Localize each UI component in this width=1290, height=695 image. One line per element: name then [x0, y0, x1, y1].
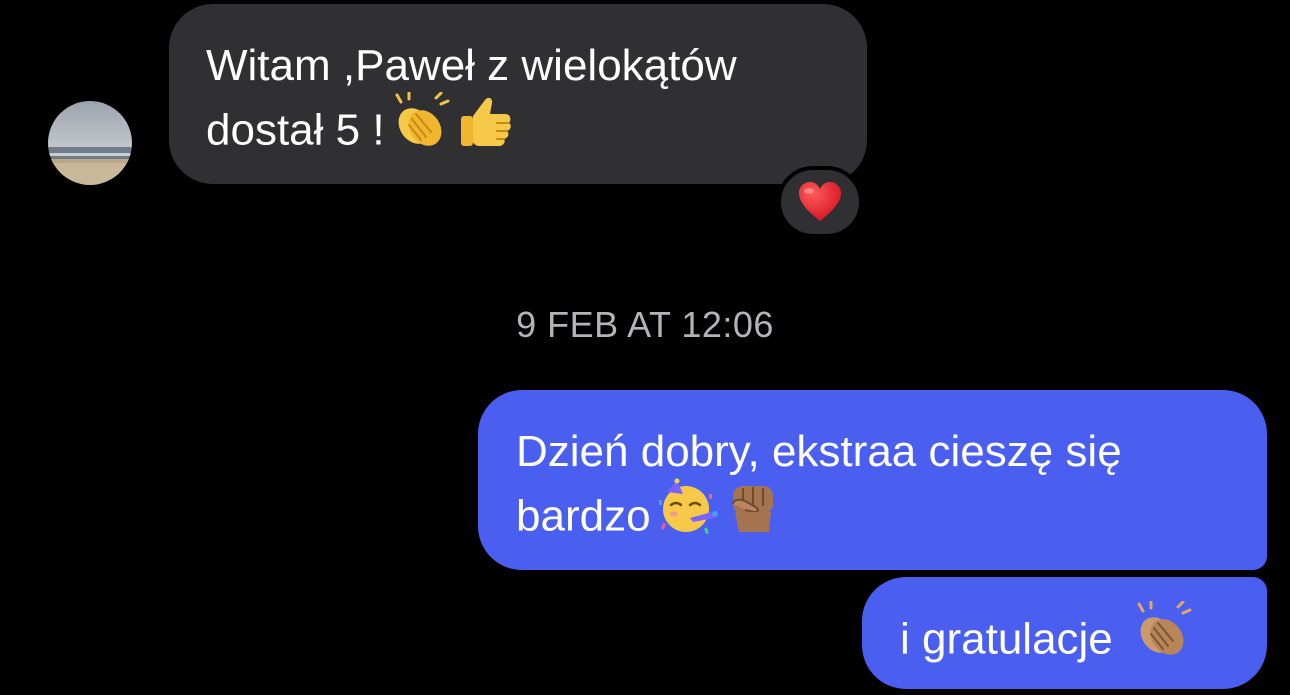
message-reaction[interactable]: [777, 166, 863, 238]
chat-thread: Witam ,Paweł z wielokątów dostał 5 ! 9 F…: [0, 0, 1290, 695]
beach-photo-icon: [48, 101, 132, 185]
message-text-line: Dzień dobry, ekstraa cieszę się: [516, 427, 1122, 476]
message-text: bardzo: [516, 491, 651, 541]
partying-face-icon: [657, 478, 719, 552]
message-text-line: Witam ,Paweł z wielokątów: [206, 41, 737, 90]
incoming-message-bubble[interactable]: Witam ,Paweł z wielokątów dostał 5 !: [169, 4, 867, 184]
raised-fist-icon: [725, 478, 781, 552]
thumbs-up-icon: [457, 92, 515, 166]
message-text-line-with-emoji: i gratulacje: [900, 600, 1237, 679]
message-text: dostał 5 !: [206, 105, 385, 155]
outgoing-message-bubble[interactable]: i gratulacje: [862, 577, 1267, 689]
sender-avatar[interactable]: [48, 101, 132, 185]
outgoing-message-bubble[interactable]: Dzień dobry, ekstraa cieszę się bardzo: [478, 390, 1267, 570]
message-timestamp: 9 FEB AT 12:06: [516, 304, 774, 345]
message-text-line-with-emoji: dostał 5 !: [206, 91, 837, 170]
message-text-line-with-emoji: bardzo: [516, 478, 1237, 556]
clapping-hands-icon: [391, 91, 451, 166]
clapping-hands-icon: [1133, 600, 1193, 675]
red-heart-icon: [799, 182, 841, 221]
message-text: i gratulacje: [900, 614, 1113, 664]
